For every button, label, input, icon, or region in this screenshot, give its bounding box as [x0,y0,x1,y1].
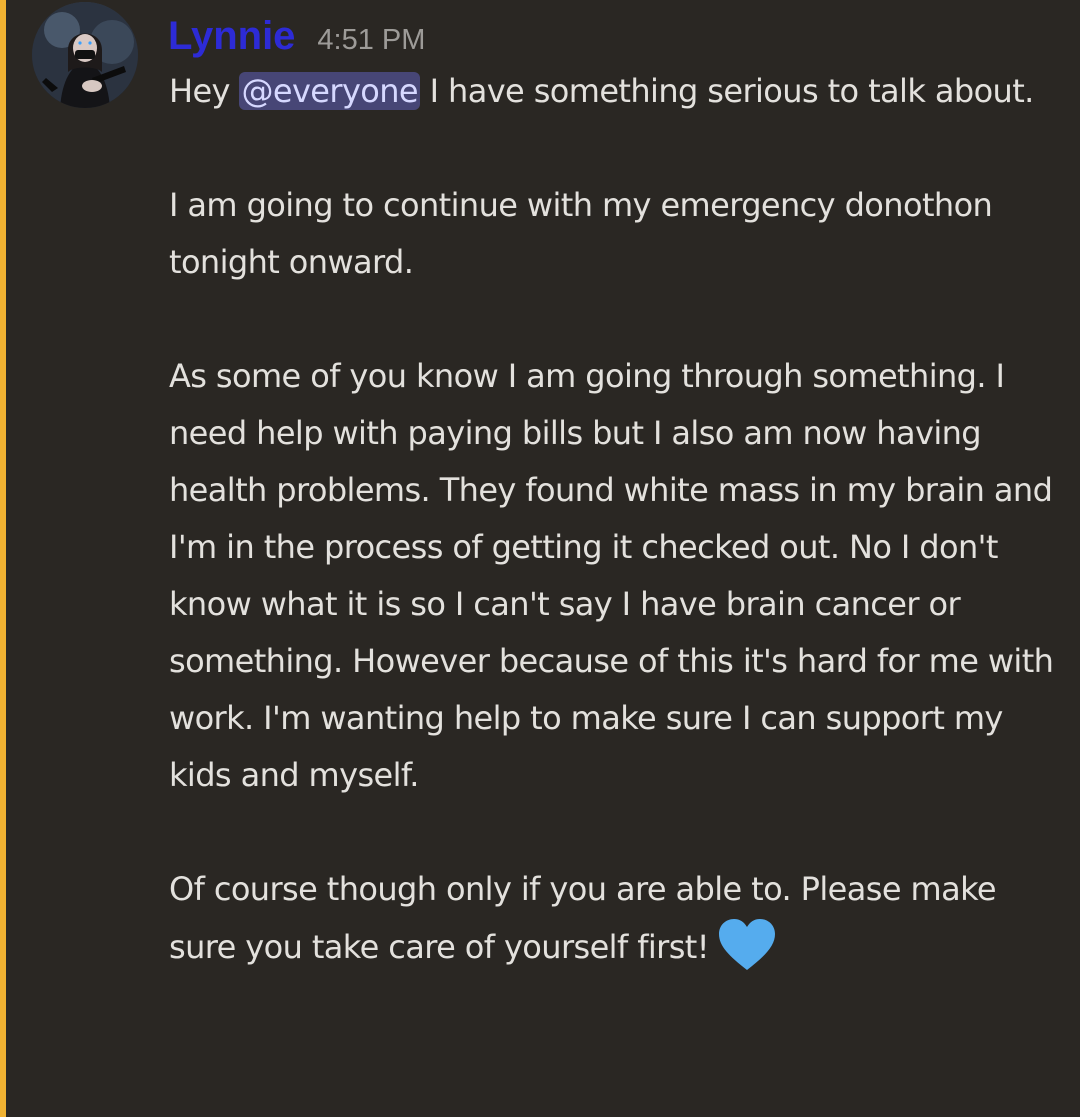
chat-message: Lynnie 4:51 PM Hey @everyone I have some… [0,0,1080,1117]
avatar[interactable] [32,2,138,108]
username[interactable]: Lynnie [168,8,295,64]
blue-heart-icon [717,918,777,972]
paragraph-text: Hey [169,72,240,110]
message-paragraph: Of course though only if you are able to… [169,861,1059,976]
message-paragraph: As some of you know I am going through s… [169,357,1054,794]
message-paragraph: I am going to continue with my emergency… [169,186,993,281]
everyone-mention[interactable]: @everyone [239,72,421,110]
message-content: Hey @everyone I have something serious t… [169,63,1059,976]
message-header: Lynnie 4:51 PM [168,8,425,64]
mention-highlight-bar [0,0,6,1117]
timestamp[interactable]: 4:51 PM [317,12,425,68]
paragraph-text: Of course though only if you are able to… [169,870,997,966]
paragraph-text: I have something serious to talk about. [420,72,1035,110]
message-paragraph: Hey @everyone I have something serious t… [169,63,1059,120]
avatar-image [32,2,138,108]
